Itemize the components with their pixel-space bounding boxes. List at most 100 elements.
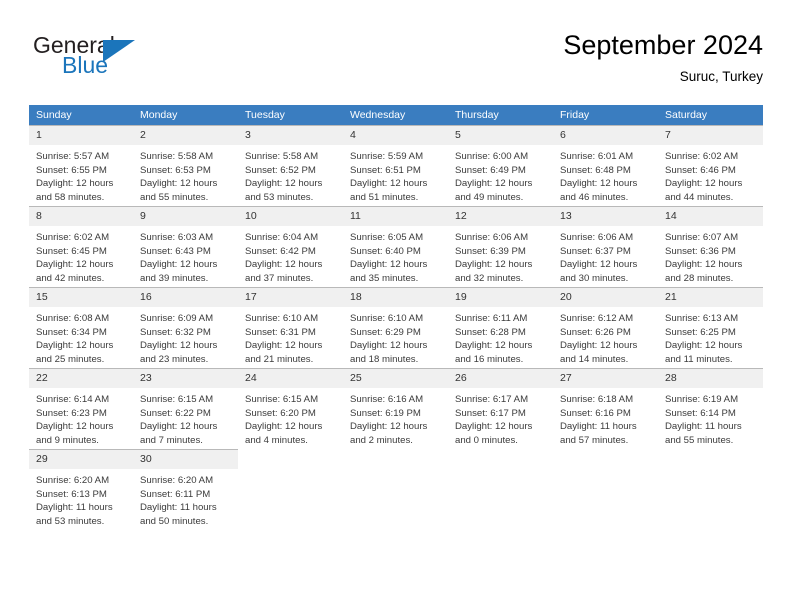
day-details: Sunrise: 6:00 AM Sunset: 6:49 PM Dayligh… [448, 145, 553, 204]
day-details: Sunrise: 5:58 AM Sunset: 6:52 PM Dayligh… [238, 145, 343, 204]
calendar-day-cell[interactable]: 7 Sunrise: 6:02 AM Sunset: 6:46 PM Dayli… [658, 125, 763, 207]
day-details: Sunrise: 6:07 AM Sunset: 6:36 PM Dayligh… [658, 226, 763, 285]
calendar-day-cell[interactable]: 11 Sunrise: 6:05 AM Sunset: 6:40 PM Dayl… [343, 206, 448, 288]
calendar-day-cell[interactable]: 21 Sunrise: 6:13 AM Sunset: 6:25 PM Dayl… [658, 287, 763, 369]
calendar-day-cell[interactable]: 16 Sunrise: 6:09 AM Sunset: 6:32 PM Dayl… [133, 287, 238, 369]
daylight-text-line2: and 50 minutes. [140, 515, 209, 527]
title-block: September 2024 Suruc, Turkey [563, 28, 763, 88]
sunset-text: Sunset: 6:32 PM [140, 326, 211, 338]
calendar-day-cell[interactable]: 9 Sunrise: 6:03 AM Sunset: 6:43 PM Dayli… [133, 206, 238, 288]
calendar-day-cell[interactable]: 8 Sunrise: 6:02 AM Sunset: 6:45 PM Dayli… [29, 206, 133, 288]
day-details: Sunrise: 6:10 AM Sunset: 6:31 PM Dayligh… [238, 307, 343, 366]
calendar-day-cell[interactable]: 28 Sunrise: 6:19 AM Sunset: 6:14 PM Dayl… [658, 368, 763, 450]
sunrise-text: Sunrise: 5:57 AM [36, 151, 110, 162]
sunrise-text: Sunrise: 5:58 AM [140, 151, 214, 162]
calendar-day-cell[interactable]: 19 Sunrise: 6:11 AM Sunset: 6:28 PM Dayl… [448, 287, 553, 369]
calendar-day-cell[interactable]: 14 Sunrise: 6:07 AM Sunset: 6:36 PM Dayl… [658, 206, 763, 288]
daylight-text-line1: Daylight: 12 hours [560, 340, 638, 352]
daylight-text-line2: and 57 minutes. [560, 434, 629, 446]
daylight-text-line2: and 37 minutes. [245, 272, 314, 284]
sunset-text: Sunset: 6:39 PM [455, 245, 526, 257]
calendar-day-cell[interactable]: 20 Sunrise: 6:12 AM Sunset: 6:26 PM Dayl… [553, 287, 658, 369]
calendar-day-cell[interactable]: 2 Sunrise: 5:58 AM Sunset: 6:53 PM Dayli… [133, 125, 238, 207]
daylight-text-line2: and 53 minutes. [245, 191, 314, 203]
sunrise-text: Sunrise: 6:02 AM [36, 232, 110, 243]
day-number: 28 [658, 369, 763, 388]
daylight-text-line1: Daylight: 12 hours [245, 421, 323, 433]
calendar-day-cell[interactable]: 5 Sunrise: 6:00 AM Sunset: 6:49 PM Dayli… [448, 125, 553, 207]
daylight-text-line2: and 58 minutes. [36, 191, 105, 203]
day-details: Sunrise: 6:05 AM Sunset: 6:40 PM Dayligh… [343, 226, 448, 285]
daylight-text-line2: and 30 minutes. [560, 272, 629, 284]
calendar-day-cell[interactable]: 1 Sunrise: 5:57 AM Sunset: 6:55 PM Dayli… [29, 125, 133, 207]
daylight-text-line2: and 16 minutes. [455, 353, 524, 365]
calendar-day-cell[interactable]: 15 Sunrise: 6:08 AM Sunset: 6:34 PM Dayl… [29, 287, 133, 369]
calendar-day-cell[interactable]: 6 Sunrise: 6:01 AM Sunset: 6:48 PM Dayli… [553, 125, 658, 207]
day-details: Sunrise: 6:09 AM Sunset: 6:32 PM Dayligh… [133, 307, 238, 366]
day-number: 25 [343, 369, 448, 388]
day-number: 27 [553, 369, 658, 388]
sunset-text: Sunset: 6:26 PM [560, 326, 631, 338]
day-details: Sunrise: 6:01 AM Sunset: 6:48 PM Dayligh… [553, 145, 658, 204]
day-number: 19 [448, 288, 553, 307]
daylight-text-line2: and 23 minutes. [140, 353, 209, 365]
sunrise-text: Sunrise: 6:05 AM [350, 232, 424, 243]
day-number: 6 [553, 126, 658, 145]
daylight-text-line1: Daylight: 12 hours [140, 259, 218, 271]
day-number [658, 450, 763, 458]
daylight-text-line1: Daylight: 12 hours [455, 259, 533, 271]
calendar-day-cell[interactable]: 17 Sunrise: 6:10 AM Sunset: 6:31 PM Dayl… [238, 287, 343, 369]
daylight-text-line2: and 49 minutes. [455, 191, 524, 203]
day-details: Sunrise: 6:15 AM Sunset: 6:22 PM Dayligh… [133, 388, 238, 447]
calendar-day-cell-empty [238, 449, 343, 530]
weekday-header-row: Sunday Monday Tuesday Wednesday Thursday… [29, 105, 763, 126]
calendar-day-cell[interactable]: 3 Sunrise: 5:58 AM Sunset: 6:52 PM Dayli… [238, 125, 343, 207]
calendar-day-cell[interactable]: 25 Sunrise: 6:16 AM Sunset: 6:19 PM Dayl… [343, 368, 448, 450]
calendar-page: General Blue September 2024 Suruc, Turke… [0, 0, 792, 612]
sunrise-text: Sunrise: 6:10 AM [350, 313, 424, 324]
calendar-day-cell[interactable]: 27 Sunrise: 6:18 AM Sunset: 6:16 PM Dayl… [553, 368, 658, 450]
day-details: Sunrise: 6:14 AM Sunset: 6:23 PM Dayligh… [29, 388, 133, 447]
sunrise-text: Sunrise: 6:09 AM [140, 313, 214, 324]
day-details: Sunrise: 6:12 AM Sunset: 6:26 PM Dayligh… [553, 307, 658, 366]
weekday-header-wednesday: Wednesday [343, 105, 448, 126]
logo-text-blue: Blue [62, 52, 109, 78]
calendar-day-cell[interactable]: 12 Sunrise: 6:06 AM Sunset: 6:39 PM Dayl… [448, 206, 553, 288]
sunrise-text: Sunrise: 6:15 AM [140, 394, 214, 405]
day-number: 17 [238, 288, 343, 307]
daylight-text-line1: Daylight: 12 hours [36, 178, 114, 190]
sunrise-text: Sunrise: 6:08 AM [36, 313, 110, 324]
generalblue-logo[interactable]: General Blue [29, 32, 209, 88]
sunset-text: Sunset: 6:22 PM [140, 407, 211, 419]
calendar-day-cell[interactable]: 22 Sunrise: 6:14 AM Sunset: 6:23 PM Dayl… [29, 368, 133, 450]
sunrise-text: Sunrise: 6:14 AM [36, 394, 110, 405]
daylight-text-line2: and 11 minutes. [665, 353, 733, 365]
calendar-day-cell[interactable]: 10 Sunrise: 6:04 AM Sunset: 6:42 PM Dayl… [238, 206, 343, 288]
calendar-day-cell[interactable]: 23 Sunrise: 6:15 AM Sunset: 6:22 PM Dayl… [133, 368, 238, 450]
calendar-day-cell[interactable]: 26 Sunrise: 6:17 AM Sunset: 6:17 PM Dayl… [448, 368, 553, 450]
sunrise-text: Sunrise: 6:01 AM [560, 151, 634, 162]
sunset-text: Sunset: 6:16 PM [560, 407, 631, 419]
weekday-header-monday: Monday [133, 105, 238, 126]
sunset-text: Sunset: 6:23 PM [36, 407, 107, 419]
calendar-day-cell[interactable]: 30 Sunrise: 6:20 AM Sunset: 6:11 PM Dayl… [133, 449, 238, 530]
day-number: 14 [658, 207, 763, 226]
day-number [448, 450, 553, 458]
day-details: Sunrise: 6:20 AM Sunset: 6:11 PM Dayligh… [133, 469, 238, 528]
calendar-day-cell[interactable]: 29 Sunrise: 6:20 AM Sunset: 6:13 PM Dayl… [29, 449, 133, 530]
sunset-text: Sunset: 6:34 PM [36, 326, 107, 338]
day-number: 2 [133, 126, 238, 145]
calendar-day-cell[interactable]: 4 Sunrise: 5:59 AM Sunset: 6:51 PM Dayli… [343, 125, 448, 207]
daylight-text-line2: and 55 minutes. [665, 434, 734, 446]
calendar-day-cell[interactable]: 13 Sunrise: 6:06 AM Sunset: 6:37 PM Dayl… [553, 206, 658, 288]
calendar-week-row: 8 Sunrise: 6:02 AM Sunset: 6:45 PM Dayli… [29, 206, 763, 288]
sunrise-text: Sunrise: 5:59 AM [350, 151, 424, 162]
daylight-text-line1: Daylight: 12 hours [560, 259, 638, 271]
daylight-text-line2: and 51 minutes. [350, 191, 419, 203]
daylight-text-line1: Daylight: 11 hours [665, 421, 742, 433]
calendar-day-cell[interactable]: 24 Sunrise: 6:15 AM Sunset: 6:20 PM Dayl… [238, 368, 343, 450]
calendar-week-row: 29 Sunrise: 6:20 AM Sunset: 6:13 PM Dayl… [29, 449, 763, 530]
calendar-day-cell[interactable]: 18 Sunrise: 6:10 AM Sunset: 6:29 PM Dayl… [343, 287, 448, 369]
day-details: Sunrise: 6:15 AM Sunset: 6:20 PM Dayligh… [238, 388, 343, 447]
daylight-text-line1: Daylight: 12 hours [245, 178, 323, 190]
